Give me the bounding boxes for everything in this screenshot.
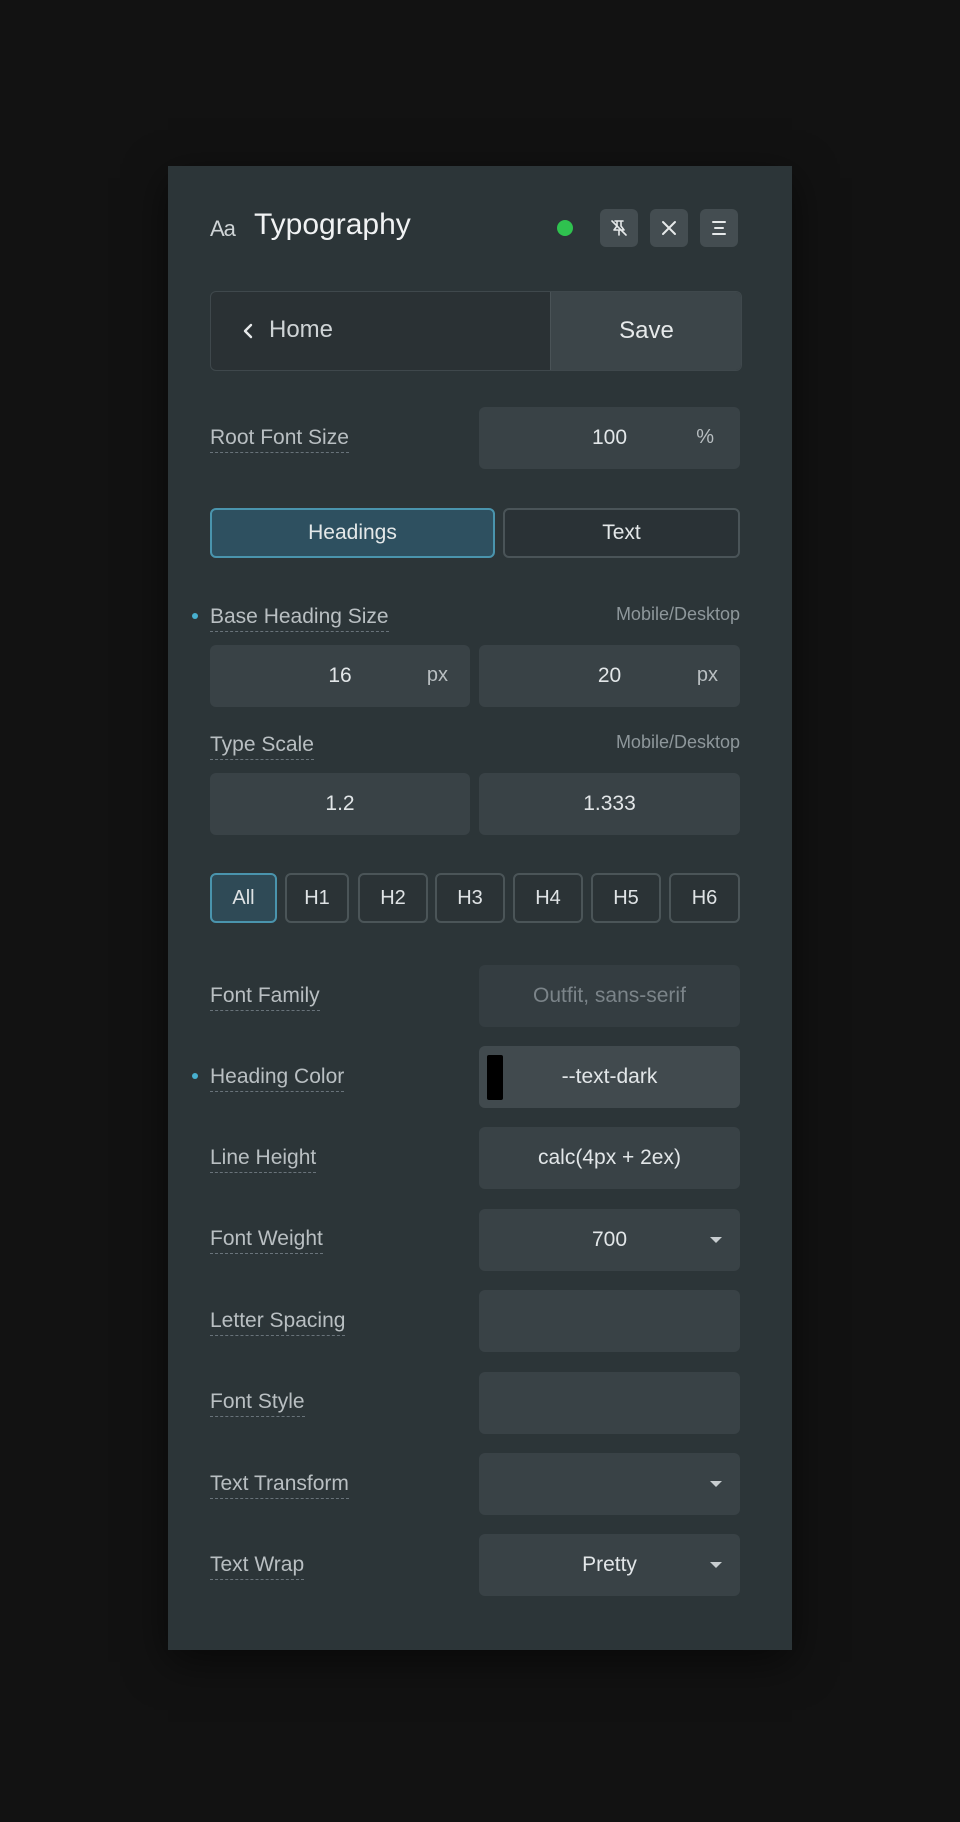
heading-color-label: Heading Color bbox=[210, 1065, 345, 1092]
root-font-size-label: Root Font Size bbox=[210, 426, 349, 453]
font-family-placeholder: Outfit, sans-serif bbox=[533, 984, 686, 1007]
base-heading-size-hint: Mobile/Desktop bbox=[615, 604, 740, 624]
menu-icon bbox=[712, 221, 726, 235]
modified-indicator bbox=[192, 613, 198, 619]
type-scale-mobile-input[interactable]: 1.2 bbox=[210, 773, 470, 835]
dropdown-caret-icon bbox=[710, 1237, 722, 1243]
close-icon bbox=[662, 221, 676, 235]
tab-text[interactable]: Text bbox=[503, 508, 740, 558]
modified-indicator bbox=[192, 1073, 198, 1079]
font-weight-label: Font Weight bbox=[210, 1227, 323, 1254]
heading-tab-all[interactable]: All bbox=[210, 873, 277, 923]
text-transform-select[interactable] bbox=[479, 1453, 740, 1515]
heading-tab-h6[interactable]: H6 bbox=[669, 873, 740, 923]
tab-headings[interactable]: Headings bbox=[210, 508, 495, 558]
font-family-label: Font Family bbox=[210, 984, 320, 1011]
close-button[interactable] bbox=[650, 209, 688, 247]
letter-spacing-input[interactable] bbox=[479, 1290, 740, 1352]
font-family-input[interactable]: Outfit, sans-serif bbox=[479, 965, 740, 1027]
chevron-left-icon bbox=[243, 323, 253, 339]
dropdown-caret-icon bbox=[710, 1562, 722, 1568]
home-label: Home bbox=[269, 316, 334, 343]
letter-spacing-label: Letter Spacing bbox=[210, 1309, 346, 1336]
unpin-icon bbox=[611, 220, 627, 236]
heading-tab-h5[interactable]: H5 bbox=[591, 873, 661, 923]
desktop-unit: px bbox=[696, 664, 718, 686]
color-swatch[interactable] bbox=[487, 1055, 503, 1100]
typography-icon: Aa bbox=[210, 216, 236, 241]
base-heading-size-mobile-value: 16 bbox=[328, 664, 352, 687]
text-wrap-value: Pretty bbox=[582, 1553, 637, 1576]
panel-title: Typography bbox=[254, 208, 411, 241]
root-font-size-unit: % bbox=[696, 426, 714, 448]
root-font-size-value: 100 bbox=[591, 426, 628, 449]
heading-tab-h2[interactable]: H2 bbox=[358, 873, 428, 923]
heading-tab-h1[interactable]: H1 bbox=[285, 873, 349, 923]
font-style-label: Font Style bbox=[210, 1390, 305, 1417]
font-style-input[interactable] bbox=[479, 1372, 740, 1434]
text-wrap-label: Text Wrap bbox=[210, 1553, 305, 1580]
font-weight-value: 700 bbox=[591, 1228, 628, 1251]
panel-nav: Home Save bbox=[210, 291, 742, 371]
text-wrap-select[interactable]: Pretty bbox=[479, 1534, 740, 1596]
save-button[interactable]: Save bbox=[550, 292, 741, 370]
heading-color-value: --text-dark bbox=[561, 1065, 658, 1088]
status-indicator bbox=[557, 220, 573, 236]
font-weight-select[interactable]: 700 bbox=[479, 1209, 740, 1271]
dropdown-caret-icon bbox=[710, 1481, 722, 1487]
home-back-button[interactable]: Home bbox=[211, 292, 550, 370]
type-scale-desktop-input[interactable]: 1.333 bbox=[479, 773, 740, 835]
type-scale-label: Type Scale bbox=[210, 733, 314, 760]
base-heading-size-label: Base Heading Size bbox=[210, 605, 389, 632]
root-font-size-input[interactable]: 100 % bbox=[479, 407, 740, 469]
base-heading-size-mobile-input[interactable]: 16 px bbox=[210, 645, 470, 707]
line-height-input[interactable]: calc(4px + 2ex) bbox=[479, 1127, 740, 1189]
unpin-button[interactable] bbox=[600, 209, 638, 247]
menu-button[interactable] bbox=[700, 209, 738, 247]
typography-panel: Aa Typography Home Save Root Font Size 1… bbox=[168, 166, 792, 1650]
heading-color-input[interactable]: --text-dark bbox=[479, 1046, 740, 1108]
base-heading-size-desktop-value: 20 bbox=[597, 664, 622, 687]
type-scale-hint: Mobile/Desktop bbox=[615, 732, 740, 752]
base-heading-size-desktop-input[interactable]: 20 px bbox=[479, 645, 740, 707]
line-height-label: Line Height bbox=[210, 1146, 317, 1173]
text-transform-label: Text Transform bbox=[210, 1472, 349, 1499]
heading-tab-h3[interactable]: H3 bbox=[435, 873, 505, 923]
mobile-unit: px bbox=[426, 664, 448, 686]
heading-tab-h4[interactable]: H4 bbox=[513, 873, 583, 923]
